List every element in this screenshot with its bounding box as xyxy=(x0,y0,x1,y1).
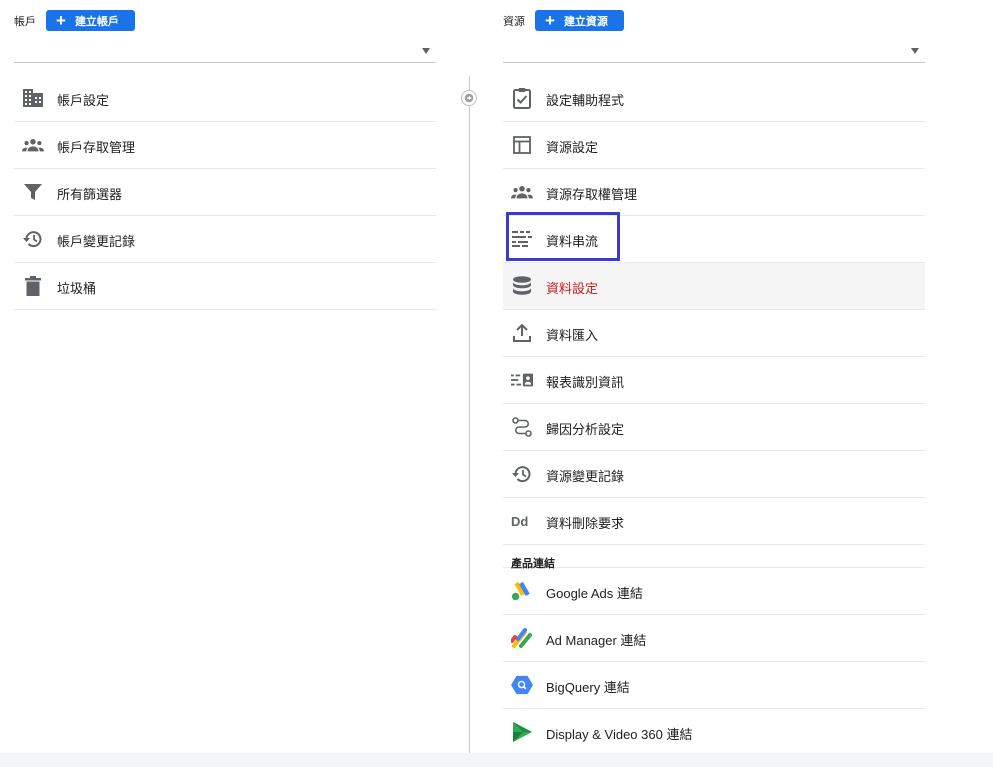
data-stream-icon xyxy=(511,228,533,250)
create-property-button[interactable]: + 建立資源 xyxy=(535,10,624,31)
menu-item-label: 資源設定 xyxy=(546,140,599,155)
menu-item-reporting-identity[interactable]: 報表識別資訊 xyxy=(503,357,925,404)
menu-item-label: 帳戶變更記錄 xyxy=(57,234,136,249)
menu-item-label: 資料匯入 xyxy=(546,328,599,343)
property-selector[interactable]: 資源 + 建立資源 xyxy=(503,0,925,63)
history-icon xyxy=(22,228,44,250)
create-property-label: 建立資源 xyxy=(563,15,608,28)
expand-column-button[interactable] xyxy=(461,90,477,106)
menu-item-label: 報表識別資訊 xyxy=(546,375,625,390)
menu-item-display-video-360-links[interactable]: Display & Video 360 連結 xyxy=(503,709,925,756)
menu-item-label: 歸因分析設定 xyxy=(546,422,625,437)
menu-item-property-access[interactable]: 資源存取權管理 xyxy=(503,169,925,216)
menu-item-label: 資源存取權管理 xyxy=(546,187,638,202)
display-video-360-icon xyxy=(511,721,533,743)
svg-text:Dd: Dd xyxy=(511,514,528,528)
menu-item-label: Google Ads 連結 xyxy=(546,586,643,601)
checklist-icon xyxy=(511,87,533,109)
menu-item-data-settings[interactable]: 資料設定 xyxy=(503,263,925,310)
menu-item-setup-assistant[interactable]: 設定輔助程式 xyxy=(503,75,925,122)
menu-item-google-ads-links[interactable]: Google Ads 連結 xyxy=(503,568,925,615)
filter-icon xyxy=(22,181,44,203)
menu-item-label: 帳戶存取管理 xyxy=(57,140,136,155)
menu-item-label: 資料設定 xyxy=(546,281,599,296)
people-icon xyxy=(511,181,533,203)
menu-item-account-settings[interactable]: 帳戶設定 xyxy=(14,75,436,122)
google-ads-icon xyxy=(511,580,533,602)
property-column: 資源 + 建立資源 設定輔助程式 資源設定 資源存取權管理 資料串流 資料設定 … xyxy=(503,0,925,756)
menu-item-label: 資料串流 xyxy=(546,234,599,249)
history-icon xyxy=(511,463,533,485)
column-divider xyxy=(469,76,470,767)
dropdown-arrow-icon[interactable] xyxy=(422,48,430,54)
menu-item-label: BigQuery 連結 xyxy=(546,680,630,695)
ad-manager-icon xyxy=(511,627,533,649)
layout-icon xyxy=(511,134,533,156)
database-icon xyxy=(511,275,533,297)
menu-item-data-deletion-requests[interactable]: Dd 資料刪除要求 xyxy=(503,498,925,545)
menu-item-label: 帳戶設定 xyxy=(57,93,110,108)
menu-item-label: 垃圾桶 xyxy=(57,281,97,296)
create-account-label: 建立帳戶 xyxy=(74,15,119,28)
trash-icon xyxy=(22,275,44,297)
menu-item-data-streams[interactable]: 資料串流 xyxy=(503,216,925,263)
product-links-header: 產品連結 xyxy=(503,545,925,570)
reporting-identity-icon xyxy=(511,369,533,391)
property-menu: 設定輔助程式 資源設定 資源存取權管理 資料串流 資料設定 資料匯入 報表識別資… xyxy=(503,75,925,545)
menu-item-bigquery-links[interactable]: BigQuery 連結 xyxy=(503,662,925,709)
upload-icon xyxy=(511,322,533,344)
plus-icon: + xyxy=(56,10,66,30)
account-menu: 帳戶設定 帳戶存取管理 所有篩選器 帳戶變更記錄 垃圾桶 xyxy=(14,75,436,310)
account-label: 帳戶 xyxy=(14,16,36,28)
menu-item-property-settings[interactable]: 資源設定 xyxy=(503,122,925,169)
bottom-bar xyxy=(0,753,993,767)
attribution-icon xyxy=(511,416,533,438)
product-links-menu: Google Ads 連結 Ad Manager 連結 BigQuery 連結 … xyxy=(503,568,925,756)
menu-item-label: 資料刪除要求 xyxy=(546,516,625,531)
menu-item-label: 資源變更記錄 xyxy=(546,469,625,484)
plus-icon: + xyxy=(545,10,555,30)
dropdown-arrow-icon[interactable] xyxy=(911,48,919,54)
menu-item-data-import[interactable]: 資料匯入 xyxy=(503,310,925,357)
menu-item-attribution-settings[interactable]: 歸因分析設定 xyxy=(503,404,925,451)
menu-item-ad-manager-links[interactable]: Ad Manager 連結 xyxy=(503,615,925,662)
menu-item-label: 設定輔助程式 xyxy=(546,93,625,108)
property-label: 資源 xyxy=(503,16,525,28)
menu-item-all-filters[interactable]: 所有篩選器 xyxy=(14,169,436,216)
building-icon xyxy=(22,87,44,109)
account-selector[interactable]: 帳戶 + 建立帳戶 xyxy=(14,0,436,63)
people-icon xyxy=(22,134,44,156)
menu-item-account-change-history[interactable]: 帳戶變更記錄 xyxy=(14,216,436,263)
account-column: 帳戶 + 建立帳戶 帳戶設定 帳戶存取管理 所有篩選器 帳戶變更記錄 垃圾桶 xyxy=(14,0,436,310)
menu-item-account-access[interactable]: 帳戶存取管理 xyxy=(14,122,436,169)
arrow-right-icon xyxy=(464,93,474,103)
menu-item-trash[interactable]: 垃圾桶 xyxy=(14,263,436,310)
bigquery-icon xyxy=(511,674,533,696)
create-account-button[interactable]: + 建立帳戶 xyxy=(46,10,135,31)
data-deletion-icon: Dd xyxy=(511,510,533,532)
menu-item-label: 所有篩選器 xyxy=(57,187,123,202)
menu-item-property-change-history[interactable]: 資源變更記錄 xyxy=(503,451,925,498)
menu-item-label: Display & Video 360 連結 xyxy=(546,727,693,742)
menu-item-label: Ad Manager 連結 xyxy=(546,633,647,648)
